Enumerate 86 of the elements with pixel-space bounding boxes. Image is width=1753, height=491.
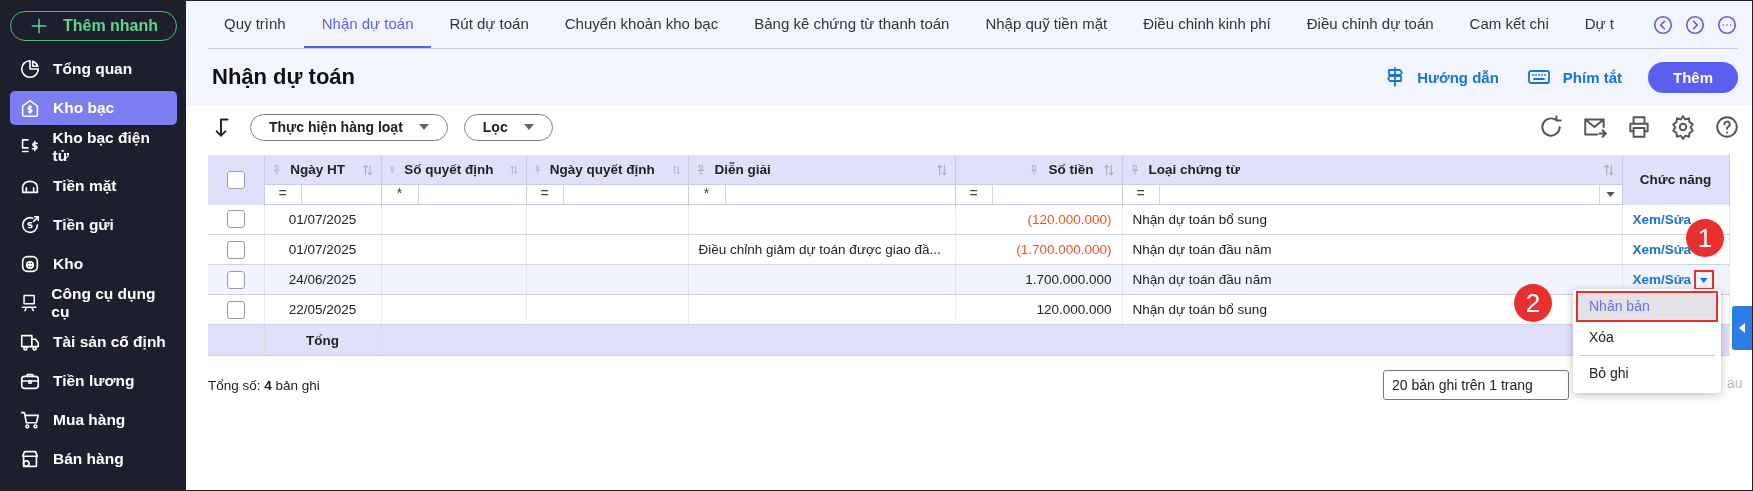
caret-icon bbox=[523, 124, 534, 130]
caret-icon bbox=[1606, 192, 1615, 197]
caret-icon[interactable] bbox=[1697, 272, 1711, 287]
tab[interactable]: Nhập quỹ tiền mặt bbox=[967, 1, 1126, 48]
table-cell: 120.000.000 bbox=[1036, 302, 1112, 317]
sidebar-item[interactable]: Công cụ dụng cụ bbox=[10, 286, 177, 320]
page-title: Nhận dự toán bbox=[212, 64, 356, 90]
column-header[interactable]: Số tiền bbox=[1048, 162, 1094, 177]
bulk-action-dropdown[interactable]: Thực hiện hàng loạt bbox=[250, 113, 448, 141]
menu-item[interactable]: Xóa bbox=[1573, 322, 1721, 353]
row-checkbox[interactable] bbox=[226, 300, 245, 319]
sidebar-item[interactable]: Tiền lương bbox=[10, 364, 177, 398]
filter-field[interactable]: = bbox=[264, 185, 381, 204]
table-cell: 22/05/2025 bbox=[288, 302, 357, 317]
sort-icon bbox=[1101, 162, 1116, 177]
filter-field[interactable]: = bbox=[955, 185, 1122, 204]
filter-field[interactable]: * bbox=[381, 185, 526, 204]
tools-icon bbox=[19, 292, 40, 314]
table-cell: Điều chỉnh giảm dự toán được giao đầ... bbox=[698, 242, 941, 257]
shortcuts-link[interactable]: Phím tắt bbox=[1524, 65, 1622, 89]
column-header[interactable]: Diễn giải bbox=[714, 162, 771, 177]
sidebar-item[interactable]: Kho bạc điện tử bbox=[10, 130, 177, 164]
tab[interactable]: Nhận dự toán bbox=[303, 1, 432, 48]
sort-icon bbox=[360, 162, 375, 177]
shop-icon bbox=[19, 448, 41, 470]
sidebar-item[interactable]: Mua hàng bbox=[10, 403, 177, 437]
filter-field[interactable]: * bbox=[688, 185, 955, 204]
sidebar-item[interactable]: Kho bbox=[10, 247, 177, 281]
sort-icon bbox=[1601, 162, 1616, 177]
tab[interactable]: Chuyển khoản kho bạc bbox=[546, 1, 737, 48]
caret-icon bbox=[418, 124, 429, 130]
tab[interactable]: Rút dự toán bbox=[431, 1, 547, 48]
tab[interactable]: Dự t bbox=[1566, 1, 1632, 48]
sidebar-item[interactable]: Bán hàng bbox=[10, 442, 177, 476]
table-cell: Nhận dự toán đầu năm bbox=[1132, 242, 1272, 257]
sort-icon bbox=[934, 162, 949, 177]
tab[interactable]: Quy trình bbox=[208, 1, 304, 48]
table-cell: 01/07/2025 bbox=[288, 242, 357, 257]
more-icon bbox=[1716, 13, 1738, 36]
help-icon bbox=[1714, 114, 1740, 140]
table-cell: Nhận dự toán đầu năm bbox=[1132, 272, 1272, 287]
column-header[interactable]: Loại chứng từ bbox=[1148, 162, 1241, 177]
total-label: Tổng bbox=[306, 332, 339, 348]
table-cell: Nhận dự toán bổ sung bbox=[1132, 302, 1267, 317]
sidebar-item[interactable]: Tài sản cố định bbox=[10, 325, 177, 359]
tab[interactable]: Điều chỉnh dự toán bbox=[1288, 1, 1452, 48]
row-checkbox[interactable] bbox=[226, 210, 245, 229]
caret-left-icon bbox=[1739, 323, 1745, 333]
add-button[interactable]: Thêm bbox=[1648, 61, 1738, 93]
filter-field[interactable]: = bbox=[1122, 185, 1622, 204]
page-size-select[interactable]: 20 bản ghi trên 1 trang bbox=[1383, 370, 1569, 400]
table-cell: Nhận dự toán bổ sung bbox=[1132, 212, 1267, 227]
table-cell: 24/06/2025 bbox=[288, 272, 357, 287]
chevron-left-icon bbox=[1652, 13, 1674, 36]
warehouse-icon bbox=[19, 253, 41, 275]
row-checkbox[interactable] bbox=[226, 270, 245, 289]
pie-chart-icon bbox=[19, 58, 41, 80]
dollar-house-icon bbox=[19, 97, 41, 119]
sidebar-item[interactable]: Tổng quan bbox=[10, 52, 177, 86]
filter-dropdown[interactable]: Lọc bbox=[463, 113, 553, 141]
filter-field[interactable]: = bbox=[526, 185, 688, 204]
row-checkbox[interactable] bbox=[226, 240, 245, 259]
record-count: Tổng số: 4 bản ghi bbox=[208, 377, 320, 393]
table-cell: (1.700.000.000) bbox=[1016, 242, 1112, 257]
guide-link[interactable]: Hướng dẫn bbox=[1383, 65, 1499, 89]
refresh-icon bbox=[1538, 114, 1564, 140]
sidebar-item[interactable]: Tiền mặt bbox=[10, 169, 177, 203]
cart-icon bbox=[19, 409, 41, 431]
table-cell: 1.700.000.000 bbox=[1025, 272, 1112, 287]
view-edit-link[interactable]: Xem/Sửa bbox=[1632, 242, 1692, 257]
view-edit-link[interactable]: Xem/Sửa bbox=[1632, 211, 1692, 227]
dollar-coin-icon bbox=[19, 214, 41, 236]
printer-icon bbox=[1626, 114, 1652, 140]
select-all-checkbox[interactable] bbox=[226, 170, 245, 189]
tab[interactable]: Bảng kê chứng từ thanh toán bbox=[736, 1, 968, 48]
side-panel-toggle[interactable] bbox=[1732, 306, 1752, 350]
tab[interactable]: Cam kết chi bbox=[1451, 1, 1567, 48]
menu-item[interactable]: Bỏ ghi bbox=[1573, 358, 1721, 389]
sidebar-item[interactable]: Tiền gửi bbox=[10, 208, 177, 242]
tab[interactable]: Điều chỉnh kinh phí bbox=[1125, 1, 1289, 48]
step-badge: 2 bbox=[1514, 284, 1552, 322]
table-cell: (120.000.000) bbox=[1027, 212, 1112, 227]
column-header: Chức năng bbox=[1639, 172, 1712, 188]
settings-icon bbox=[1670, 114, 1696, 140]
table-cell: 01/07/2025 bbox=[288, 212, 357, 227]
chevron-right-icon bbox=[1684, 13, 1706, 36]
